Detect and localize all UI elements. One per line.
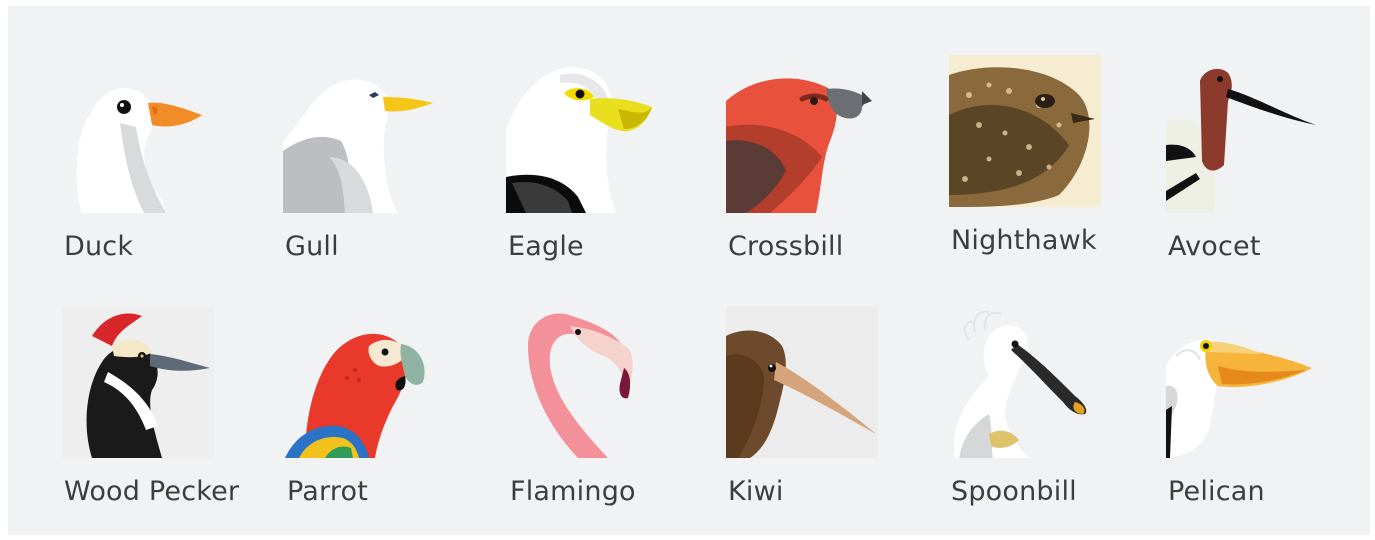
bird-label: Eagle [508,231,584,262]
avocet-icon [1166,61,1318,213]
kiwi-icon [726,306,878,458]
bird-label: Flamingo [510,476,636,507]
bird-card-gull[interactable]: Gull [283,61,503,281]
bird-label: Gull [285,231,339,262]
bird-gallery: Duck Gull Eagle Crossbill Nighthawk Avoc… [8,6,1370,535]
pelican-icon [1166,306,1318,458]
bird-card-flamingo[interactable]: Flamingo [508,306,728,526]
bird-card-wood-pecker[interactable]: Wood Pecker [62,306,282,526]
bird-card-nighthawk[interactable]: Nighthawk [949,55,1169,275]
bird-label: Avocet [1168,231,1261,262]
bird-label: Pelican [1168,476,1265,507]
bird-card-pelican[interactable]: Pelican [1166,306,1375,526]
flamingo-icon [508,306,660,458]
bird-card-spoonbill[interactable]: Spoonbill [949,306,1169,526]
bird-card-parrot[interactable]: Parrot [285,306,505,526]
bird-card-crossbill[interactable]: Crossbill [726,61,946,281]
parrot-icon [285,306,437,458]
bird-label: Wood Pecker [64,476,240,507]
nighthawk-icon [949,55,1101,207]
woodpecker-icon [62,306,214,458]
spoonbill-icon [949,306,1101,458]
bird-label: Kiwi [728,476,784,507]
bird-label: Nighthawk [951,225,1097,256]
bird-card-kiwi[interactable]: Kiwi [726,306,946,526]
bird-card-duck[interactable]: Duck [62,61,282,281]
bird-label: Parrot [287,476,369,507]
bird-card-eagle[interactable]: Eagle [506,61,726,281]
bird-label: Spoonbill [951,476,1077,507]
gull-icon [283,61,435,213]
eagle-icon [506,61,658,213]
bird-card-avocet[interactable]: Avocet [1166,61,1375,281]
bird-label: Duck [64,231,134,262]
crossbill-icon [726,61,878,213]
duck-icon [62,61,214,213]
bird-label: Crossbill [728,231,844,262]
